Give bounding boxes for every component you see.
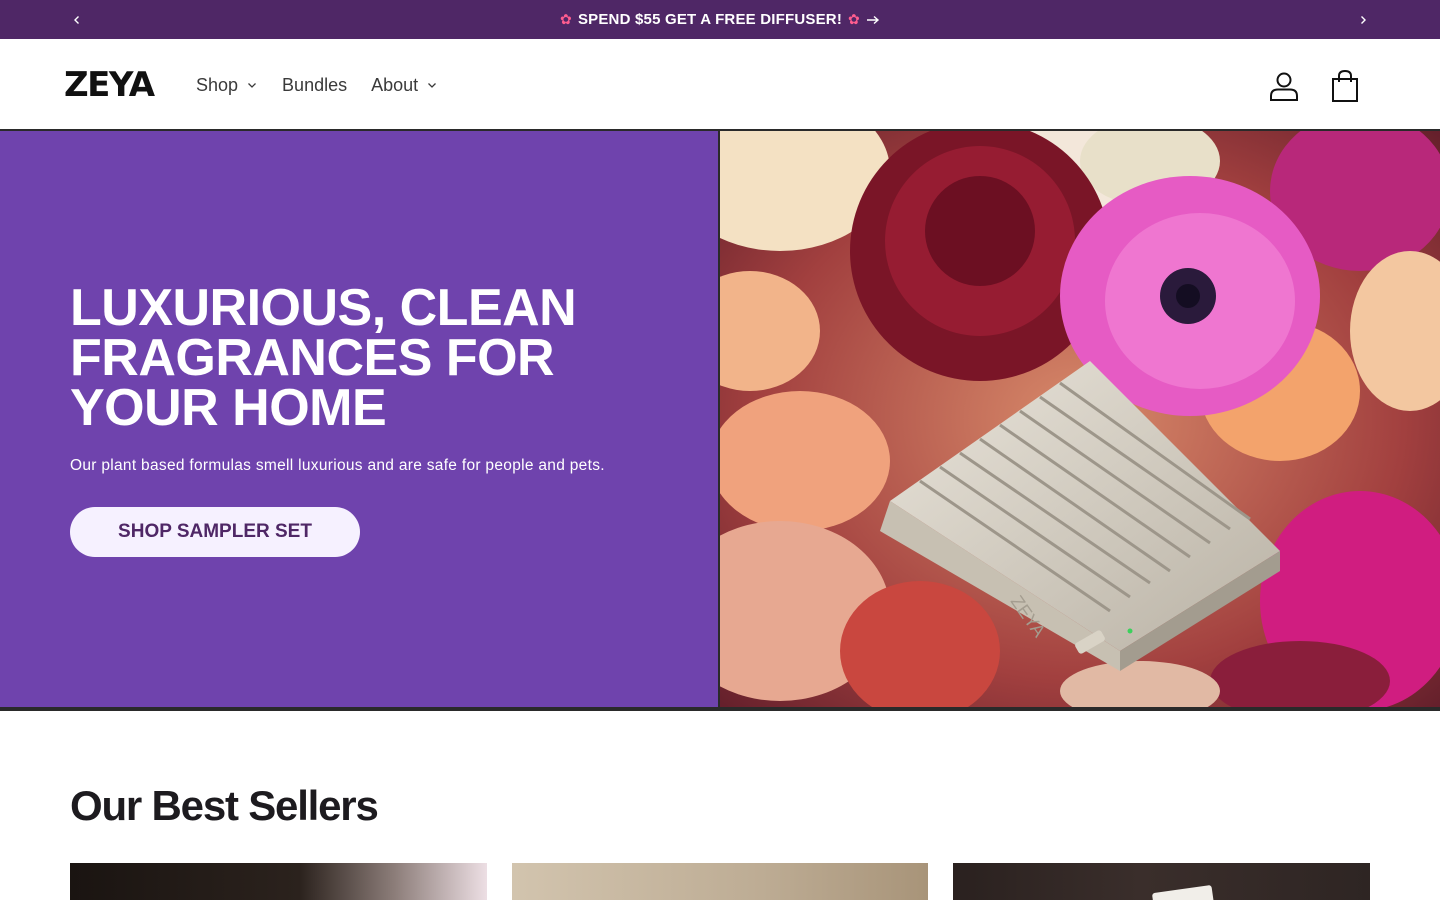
flower-emoji-icon: ✿ (848, 11, 860, 27)
flower-emoji-icon: ✿ (560, 11, 572, 27)
nav-about-label: About (371, 74, 419, 95)
product-card[interactable] (953, 863, 1370, 900)
nav-bundles-label: Bundles (282, 74, 348, 95)
product-card[interactable] (512, 863, 928, 900)
announcement-link[interactable]: ✿ SPEND $55 GET A FREE DIFFUSER! ✿ (560, 11, 880, 28)
cart-button[interactable] (1325, 67, 1365, 105)
arrow-right-icon (866, 15, 880, 24)
announcement-text: SPEND $55 GET A FREE DIFFUSER! (577, 11, 843, 28)
chevron-left-icon (74, 15, 79, 24)
nav-about[interactable]: About (359, 71, 450, 99)
hero-title: LUXURIOUS, CLEAN FRAGRANCES FOR YOUR HOM… (70, 279, 577, 437)
hero-text-panel: LUXURIOUS, CLEAN FRAGRANCES FOR YOUR HOM… (0, 131, 718, 707)
best-sellers-title: Our Best Sellers (70, 782, 379, 829)
logo[interactable]: ZEYA (64, 67, 155, 103)
hero-banner: LUXURIOUS, CLEAN FRAGRANCES FOR YOUR HOM… (0, 131, 1440, 711)
user-icon (1270, 72, 1298, 101)
announcement-prev-button[interactable] (62, 0, 92, 39)
chevron-down-icon (428, 83, 437, 88)
product-card[interactable] (70, 863, 487, 900)
shop-sampler-set-button[interactable]: SHOP SAMPLER SET (70, 507, 360, 557)
shopping-bag-icon (1332, 69, 1358, 102)
nav-bundles[interactable]: Bundles (270, 71, 359, 99)
chevron-right-icon (1361, 15, 1366, 24)
diffuser-with-flowers-photo: ZEYA (720, 131, 1440, 707)
product-photo-3 (1151, 884, 1215, 900)
account-button[interactable] (1264, 67, 1304, 105)
nav-shop-label: Shop (196, 74, 239, 95)
announcement-bar: ✿ SPEND $55 GET A FREE DIFFUSER! ✿ (0, 0, 1440, 39)
main-nav: Shop Bundles About (184, 71, 450, 99)
site-header: ZEYA Shop Bundles About (0, 39, 1440, 131)
nav-shop[interactable]: Shop (184, 71, 270, 99)
hero-subtitle: Our plant based formulas smell luxurious… (70, 457, 605, 474)
chevron-down-icon (248, 83, 257, 88)
announcement-next-button[interactable] (1348, 0, 1378, 39)
hero-image: ZEYA (720, 131, 1440, 707)
